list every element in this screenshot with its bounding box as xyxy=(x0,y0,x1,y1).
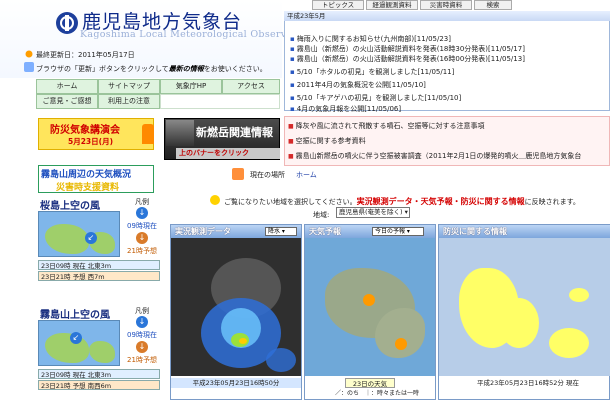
radar-map[interactable] xyxy=(171,238,301,376)
browser-note: ブラウザの「更新」ボタンをクリックして最新の情報をお使いください。 xyxy=(36,65,267,73)
nav-access[interactable]: アクセス xyxy=(222,79,280,94)
nav-jma-hp[interactable]: 気象庁HP xyxy=(160,79,222,94)
wind-status-now: 23日09時 現在 北東3m xyxy=(38,369,160,379)
wind-arrow-icon: ↙ xyxy=(70,332,82,344)
wind-forecast-icon: ↓ xyxy=(136,232,148,244)
wind-now-label: 09時現在 xyxy=(127,331,157,339)
forecast-legend: ／：のち ｜：時々または一時 xyxy=(334,390,419,397)
location-icon xyxy=(232,168,244,180)
nav-empty xyxy=(160,94,280,109)
tab-search[interactable]: 検索 xyxy=(474,0,512,10)
wind-now-label: 09時現在 xyxy=(127,222,157,230)
wind-forecast-label: 21時予想 xyxy=(127,247,157,255)
warnings-panel-title: 防災に関する情報 xyxy=(439,225,610,238)
breadcrumb-home[interactable]: ホーム xyxy=(296,170,317,180)
wind-status-forecast: 23日21時 予想 南西6m xyxy=(38,380,160,390)
wind-now-icon: ↓ xyxy=(136,316,148,328)
alert-item[interactable]: 霧島山新燃岳の噴火に伴う空振被害調査（2011年2月1日の爆発的噴火＿鹿児島地方… xyxy=(288,151,582,161)
shinmoe-banner-title: 新燃岳関連情報 xyxy=(196,126,273,139)
wind-forecast-icon: ↓ xyxy=(136,341,148,353)
wind-title: 霧島山上空の風 xyxy=(40,310,110,321)
radar-type-select[interactable]: 降水 ▾ xyxy=(265,227,297,236)
nav-feedback[interactable]: ご意見・ご感想 xyxy=(36,94,98,109)
warnings-timestamp: 平成23年05月23日16時52分 現在 xyxy=(477,379,579,387)
topic-item[interactable]: 梅雨入りに関するお知らせ(九州南部)[11/05/23] xyxy=(290,34,451,44)
notice-icon xyxy=(210,195,220,205)
wind-forecast-label: 21時予想 xyxy=(127,356,157,364)
nav-home[interactable]: ホーム xyxy=(36,79,98,94)
nav-terms[interactable]: 利用上の注意 xyxy=(98,94,160,109)
topic-item[interactable]: 5/10「キアゲハの初見」を観測しました[11/05/10] xyxy=(290,93,461,103)
tab-observation[interactable]: 経過観測資料 xyxy=(366,0,418,10)
wind-legend[interactable]: 凡例 xyxy=(124,197,160,207)
tab-topics[interactable]: トピックス xyxy=(312,0,364,10)
alert-item[interactable]: 降灰や風に流されて飛散する噴石、空振等に対する注意事項 xyxy=(288,121,485,131)
forecast-map[interactable] xyxy=(305,238,435,376)
lecture-banner-date: 5月23日(月) xyxy=(68,137,114,146)
wind-title: 桜島上空の風 xyxy=(40,201,100,212)
info-icon xyxy=(24,62,34,72)
kirishima-banner-sub: 災害時支援資料 xyxy=(56,183,120,193)
kirishima-banner-title: 霧島山周辺の天気概況 xyxy=(41,170,132,180)
topic-item[interactable]: 霧島山（新燃岳）の火山活動解説資料を発表(16時00分発表)[11/05/13] xyxy=(290,54,525,64)
topics-month: 平成23年5月 xyxy=(284,11,610,21)
shinmoe-banner-sub: 上のバナーをクリック xyxy=(176,148,280,159)
site-title-en: Kagoshima Local Meteorological Observato… xyxy=(80,29,314,40)
lecture-banner-title: 防災気象講演会 xyxy=(50,125,120,136)
wind-legend[interactable]: 凡例 xyxy=(124,306,160,316)
volcano-photo xyxy=(166,120,194,146)
topic-item[interactable]: 2011年4月の気象概況を公開[11/05/10] xyxy=(290,80,426,90)
wind-map[interactable] xyxy=(38,211,120,257)
forecast-date: 23日の天気 xyxy=(345,378,395,388)
topic-item[interactable]: 4月の気象月報を公開[11/05/06] xyxy=(290,104,401,114)
wind-now-icon: ↓ xyxy=(136,207,148,219)
region-select[interactable]: 鹿児島県(奄美を除く) ▾ xyxy=(336,207,410,218)
update-sun-icon xyxy=(25,50,33,58)
alert-item[interactable]: 空振に関する参考資料 xyxy=(288,136,366,146)
nav-sitemap[interactable]: サイトマップ xyxy=(98,79,160,94)
wind-status-forecast: 23日21時 予想 西7m xyxy=(38,271,160,281)
jma-logo-icon[interactable] xyxy=(56,12,78,34)
location-label: 現在の場所 xyxy=(250,171,285,179)
wind-arrow-icon: ↙ xyxy=(85,232,97,244)
topic-item[interactable]: 5/10「ホタルの初見」を観測しました[11/05/11] xyxy=(290,67,455,77)
wind-status-now: 23日09時 現在 北東3m xyxy=(38,260,160,270)
topic-item[interactable]: 霧島山（新燃岳）の火山活動解説資料を発表(18時30分発表)[11/05/17] xyxy=(290,44,525,54)
region-notice: ご覧になりたい地域を選択してください。実況観測データ・天気予報・防災に関する情報… xyxy=(224,197,580,206)
forecast-day-select[interactable]: 今日の予報 ▾ xyxy=(372,227,424,236)
region-label: 地域: xyxy=(313,211,330,219)
warnings-map[interactable] xyxy=(439,238,610,376)
tab-disaster[interactable]: 災害時資料 xyxy=(420,0,472,10)
mascot-icon xyxy=(142,124,154,144)
radar-timestamp: 平成23年05月23日16時50分 xyxy=(171,378,301,388)
last-updated: 最終更新日：2011年05月17日 xyxy=(36,51,135,59)
